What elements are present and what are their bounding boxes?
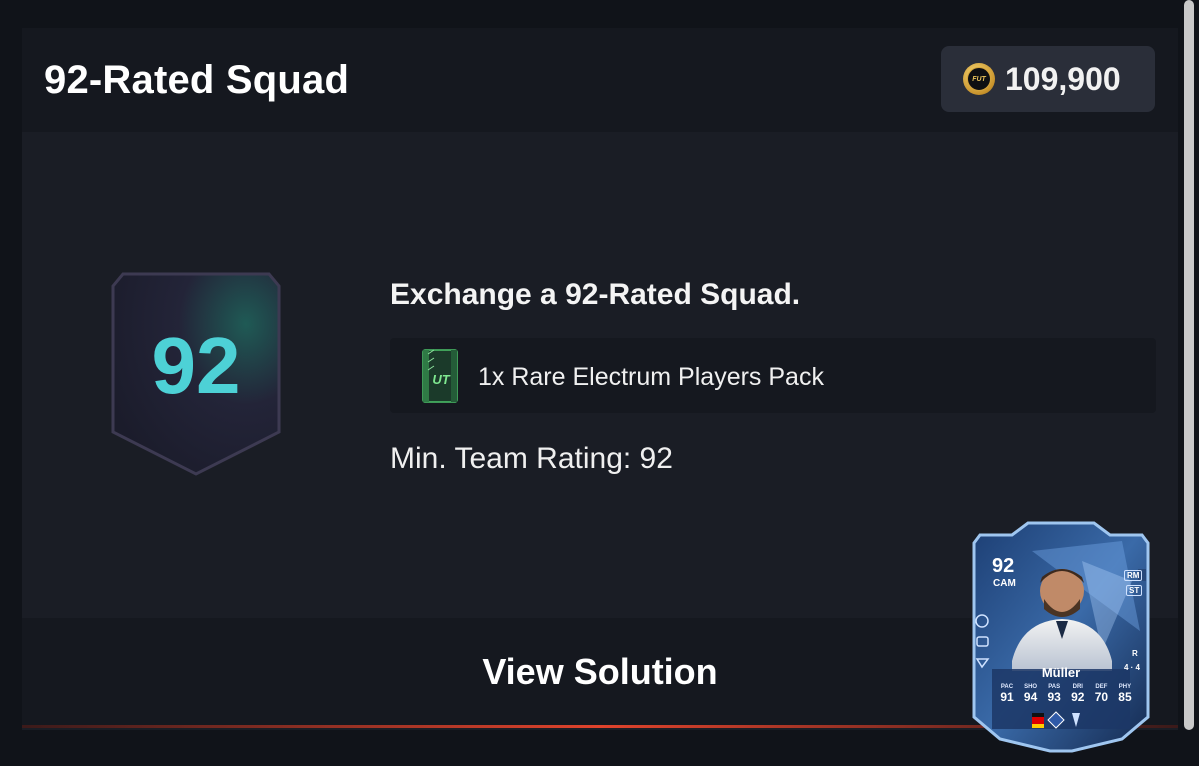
player-card: 92 CAM RM ST R 4 · 4 Müller PAC 91 SHO 9… bbox=[972, 521, 1150, 753]
stat-pas: PAS 93 bbox=[1043, 684, 1065, 704]
stat-def: DEF 70 bbox=[1090, 684, 1112, 704]
coin-icon: FUT bbox=[963, 63, 995, 95]
stat-sho: SHO 94 bbox=[1020, 684, 1042, 704]
challenge-title: Exchange a 92-Rated Squad. bbox=[390, 278, 801, 311]
card-rating: 92 bbox=[992, 555, 1015, 577]
stat-dri: DRI 92 bbox=[1067, 684, 1089, 704]
stat-value: 91 bbox=[1000, 690, 1014, 704]
stat-phy: PHY 85 bbox=[1114, 684, 1136, 704]
card-stats: PAC 91 SHO 94 PAS 93 DRI 92 DEF 70 PHY 8… bbox=[996, 684, 1136, 704]
pack-icon: UT bbox=[422, 349, 458, 403]
stat-value: 70 bbox=[1094, 690, 1109, 704]
stat-value: 85 bbox=[1118, 690, 1132, 704]
stat-value: 94 bbox=[1023, 690, 1038, 704]
reward-row: UT 1x Rare Electrum Players Pack bbox=[390, 338, 1156, 413]
scrollbar[interactable] bbox=[1184, 0, 1194, 730]
stat-pac: PAC 91 bbox=[996, 684, 1018, 704]
page-title: 92-Rated Squad bbox=[44, 58, 350, 102]
min-team-rating: Min. Team Rating: 92 bbox=[390, 442, 673, 475]
coin-icon-label: FUT bbox=[967, 67, 991, 91]
stat-value: 93 bbox=[1047, 690, 1061, 704]
card-alt-position-2: ST bbox=[1126, 585, 1143, 596]
squad-rating-badge: 92 bbox=[109, 268, 283, 480]
card-position: CAM bbox=[993, 578, 1016, 589]
coin-balance: FUT 109,900 bbox=[941, 46, 1155, 112]
header: 92-Rated Squad FUT 109,900 bbox=[22, 28, 1178, 132]
coin-value: 109,900 bbox=[1005, 60, 1121, 97]
card-foot: R bbox=[1132, 649, 1138, 658]
card-alt-position-1: RM bbox=[1124, 570, 1143, 581]
badge-rating: 92 bbox=[151, 321, 241, 410]
stat-value: 92 bbox=[1071, 690, 1085, 704]
reward-label: 1x Rare Electrum Players Pack bbox=[478, 363, 824, 391]
pack-icon-label: UT bbox=[432, 372, 450, 387]
card-player-name: Müller bbox=[1041, 665, 1081, 680]
